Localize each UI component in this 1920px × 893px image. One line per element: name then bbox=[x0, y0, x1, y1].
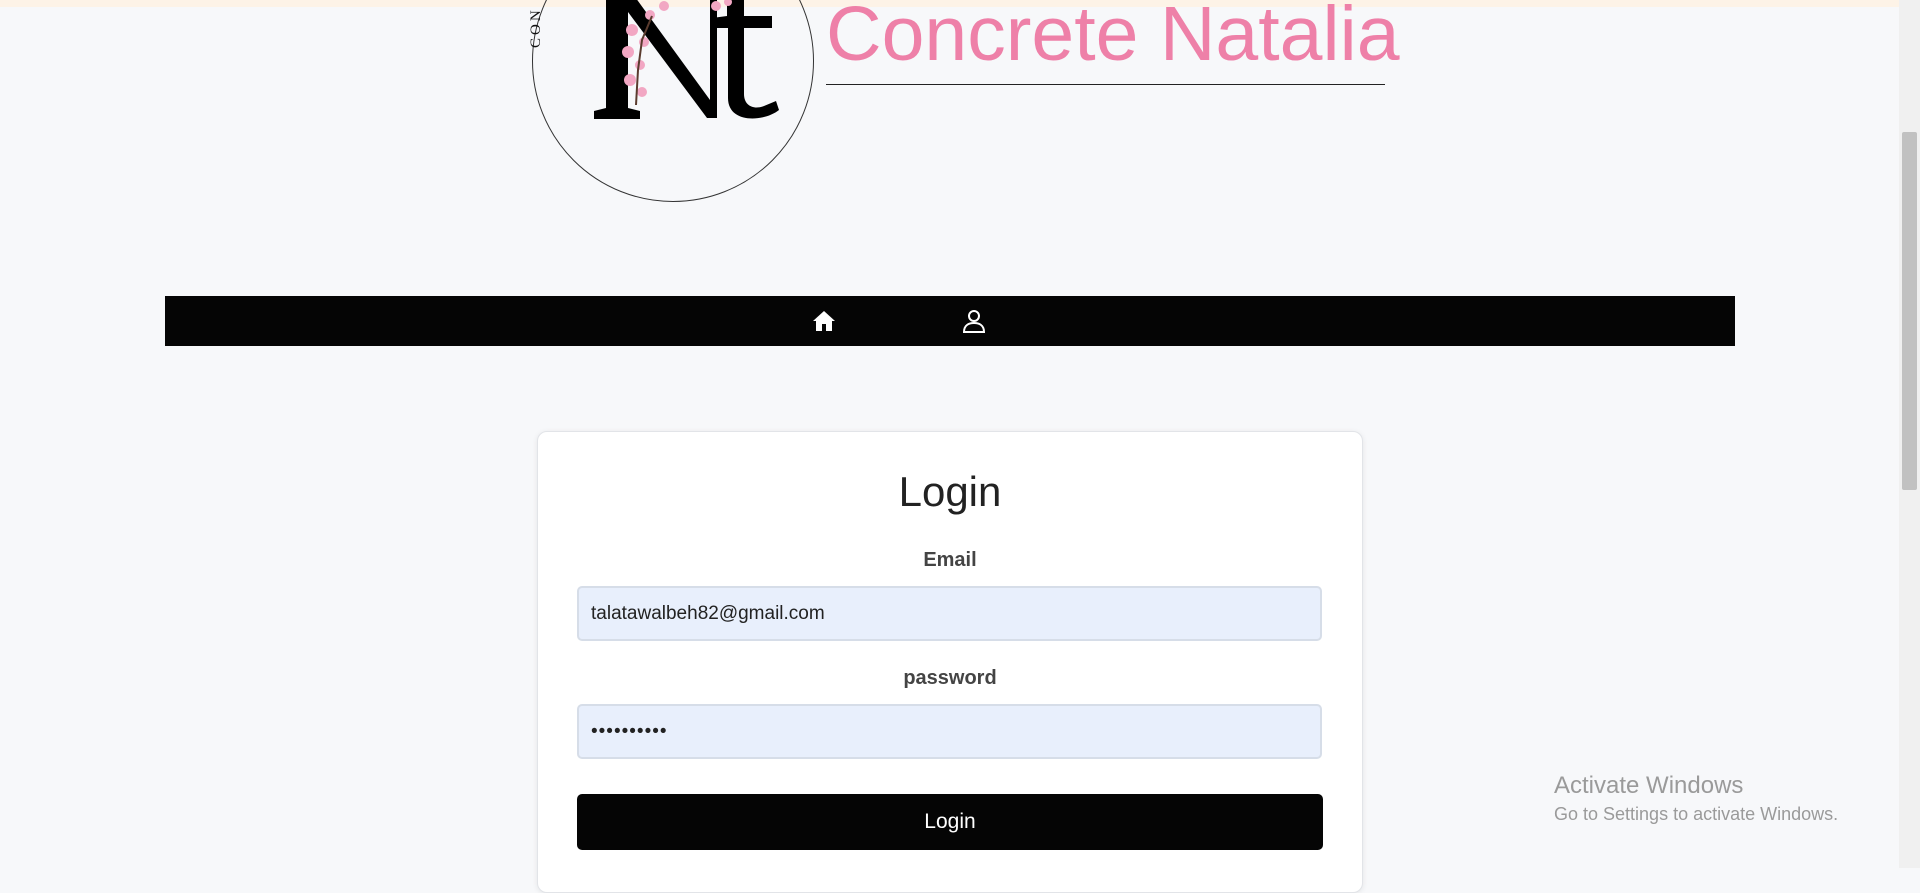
login-card: Login Email password Login bbox=[537, 431, 1363, 893]
login-title: Login bbox=[898, 468, 1002, 515]
logo bbox=[532, 0, 814, 202]
password-label: password bbox=[903, 667, 997, 689]
watermark-subtitle: Go to Settings to activate Windows. bbox=[1554, 804, 1839, 824]
user-icon[interactable] bbox=[961, 308, 987, 334]
brand-underline bbox=[826, 84, 1385, 85]
home-icon[interactable] bbox=[811, 308, 837, 334]
activate-windows-watermark: Activate Windows Go to Settings to activ… bbox=[1554, 772, 1838, 825]
navbar bbox=[165, 296, 1735, 346]
email-label: Email bbox=[923, 549, 977, 571]
email-field[interactable] bbox=[577, 586, 1322, 641]
scrollbar[interactable] bbox=[1899, 0, 1920, 868]
brand-title: Concrete Natalia bbox=[826, 0, 1400, 77]
scrollbar-thumb[interactable] bbox=[1902, 132, 1917, 490]
watermark-title: Activate Windows bbox=[1554, 772, 1744, 799]
logo-monogram bbox=[594, 0, 779, 119]
logo-curve-text: CON bbox=[528, 7, 544, 48]
password-field[interactable] bbox=[577, 704, 1322, 759]
login-button[interactable]: Login bbox=[577, 794, 1323, 850]
